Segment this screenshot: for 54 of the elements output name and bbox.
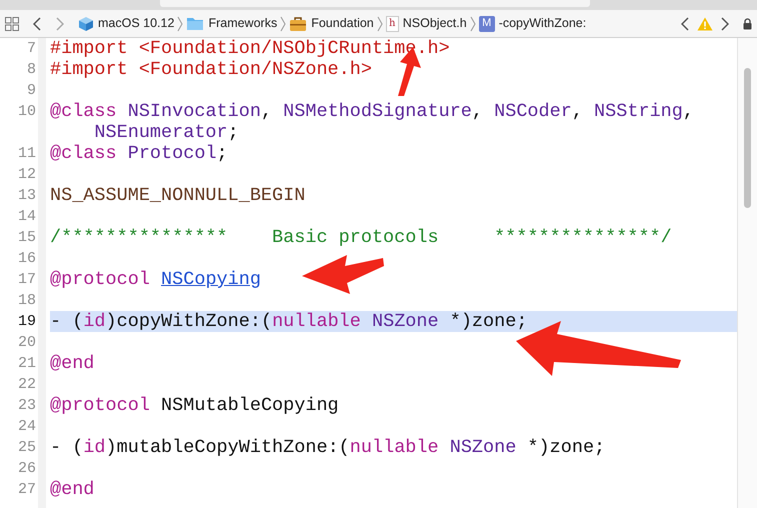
line-number: 17: [18, 270, 36, 290]
line-number: 8: [26, 60, 36, 80]
line-number: 16: [18, 249, 36, 269]
line-number: 11: [18, 144, 36, 164]
code-line: @class Protocol;: [50, 143, 228, 164]
line-number: 20: [18, 333, 36, 353]
breadcrumb-item[interactable]: macOS 10.12: [98, 14, 174, 33]
line-number: 12: [18, 165, 36, 185]
breadcrumb-item[interactable]: -copyWithZone:: [498, 14, 586, 33]
cube-icon: [78, 16, 94, 32]
line-number: 24: [18, 417, 36, 437]
line-number: 21: [18, 354, 36, 374]
code-line: - (id)mutableCopyWithZone:(nullable NSZone *)zone;: [50, 437, 606, 458]
line-number: 14: [18, 207, 36, 227]
line-number: 23: [18, 396, 36, 416]
code-line: @class NSInvocation, NSMethodSignature, NSCoder, NSString,: [50, 101, 694, 122]
back-icon[interactable]: [681, 16, 689, 30]
line-number: 13: [18, 186, 36, 206]
breadcrumb-item[interactable]: Foundation: [311, 14, 374, 33]
breadcrumb-item[interactable]: NSObject.h: [402, 14, 467, 33]
line-number: 18: [18, 291, 36, 311]
header-file-icon: h: [386, 16, 399, 32]
back-icon[interactable]: [33, 16, 41, 30]
line-number: 19: [18, 312, 36, 332]
scrollbar-thumb[interactable]: [744, 68, 751, 208]
code-line: NSEnumerator;: [93, 122, 239, 143]
line-number: 22: [18, 375, 36, 395]
code-line: @end: [50, 479, 94, 500]
code-line: /*************** Basic protocols ***************/: [50, 227, 672, 248]
method-icon: M: [478, 16, 495, 32]
breadcrumb-item[interactable]: Frameworks: [208, 14, 278, 33]
line-number: 10: [18, 102, 36, 122]
line-number: 26: [18, 459, 36, 479]
line-number: 25: [18, 438, 36, 458]
line-number: 27: [18, 480, 36, 500]
grid-icon[interactable]: [5, 16, 19, 30]
line-number: 7: [26, 39, 36, 59]
code-line: @protocol NSMutableCopying: [50, 395, 339, 416]
line-number: 9: [26, 81, 36, 101]
chevron-icon: [376, 16, 383, 32]
chevron-icon: [470, 16, 476, 32]
chevron-icon: [280, 16, 286, 32]
folder-icon: [186, 16, 204, 31]
lock-icon[interactable]: [743, 18, 752, 30]
line-number: 15: [18, 228, 36, 248]
code-line: @protocol NSCopying: [50, 269, 261, 290]
forward-icon[interactable]: [721, 16, 729, 30]
chevron-icon: [177, 16, 184, 32]
code-line: - (id)copyWithZone:(nullable NSZone *)zone;: [50, 311, 528, 332]
code-line: @end: [50, 353, 94, 374]
code-line: #import <Foundation/NSObjCRuntime.h>: [50, 38, 450, 59]
toolbox-icon: [289, 16, 308, 32]
code-line: NS_ASSUME_NONNULL_BEGIN: [50, 185, 306, 206]
code-line: #import <Foundation/NSZone.h>: [50, 59, 372, 80]
